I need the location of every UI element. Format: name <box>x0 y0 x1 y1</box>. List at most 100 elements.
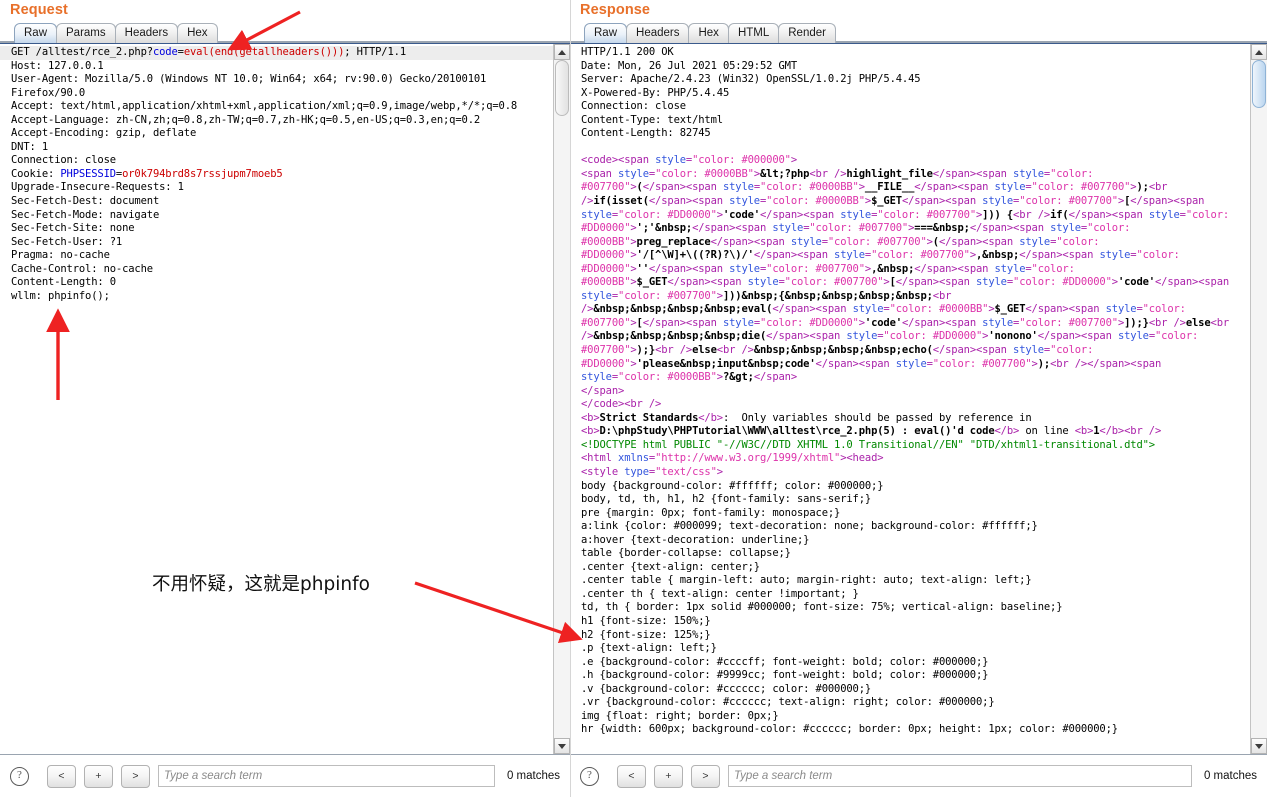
response-token: </span> <box>1025 303 1069 316</box>
response-token: style <box>1117 330 1149 343</box>
request-scroll-down-button[interactable] <box>554 738 570 754</box>
response-token: style <box>655 154 686 167</box>
response-tabbar: Raw Headers Hex HTML Render <box>570 21 1267 43</box>
response-token: &nbsp;&nbsp;&nbsp;&nbsp;echo( <box>753 344 933 357</box>
response-token: if( <box>1050 208 1069 221</box>
response-scroll-down-button[interactable] <box>1251 738 1267 754</box>
request-line: DNT: 1 <box>0 141 553 155</box>
request-tab-raw[interactable]: Raw <box>14 23 58 43</box>
response-tab-hex[interactable]: Hex <box>688 23 729 43</box>
request-add-button[interactable]: + <box>84 764 113 788</box>
request-line: GET /alltest/rce_2.php?code=eval(end(get… <box>0 46 553 60</box>
response-token: Content-Length: 82745 <box>581 127 711 140</box>
request-scrollbar[interactable] <box>553 44 570 754</box>
response-token: $_GET <box>636 276 668 289</box>
request-tab-headers[interactable]: Headers <box>114 23 179 43</box>
response-token: "color: #0000BB" <box>618 371 717 384</box>
response-token: </span> <box>932 167 976 180</box>
response-token: <br /> <box>1050 357 1088 370</box>
response-token: <head> <box>846 452 884 465</box>
response-body: HTTP/1.1 200 OK Date: Mon, 26 Jul 2021 05… <box>570 43 1267 755</box>
response-token: <span <box>957 181 995 194</box>
response-token: table {border-collapse: collapse;} <box>581 547 791 560</box>
response-token: <span <box>1111 208 1149 221</box>
response-token: </span> <box>642 316 686 329</box>
response-line: td, th { border: 1px solid #000000; font… <box>570 601 1250 615</box>
request-scroll-up-button[interactable] <box>554 44 570 60</box>
request-token: Firefox/90.0 <box>11 86 86 99</box>
response-token: <span <box>581 167 619 180</box>
response-token: "color: #DD0000" <box>759 316 859 329</box>
request-token: Upgrade-Insecure-Requests: 1 <box>11 181 184 194</box>
response-search-input[interactable] <box>728 765 1192 787</box>
response-token: "color: <box>1087 222 1131 235</box>
response-token: "color: #0000BB" <box>889 303 989 316</box>
response-token: <br /> <box>1148 316 1186 329</box>
response-token: .h {background-color: #9999cc; font-weig… <box>581 669 989 682</box>
response-scroll-track[interactable] <box>1251 60 1267 738</box>
response-token: ?&gt; <box>722 371 754 384</box>
response-token: <style <box>581 465 625 478</box>
response-token: #007700" <box>581 344 631 357</box>
request-token: Accept-Encoding: gzip, deflate <box>11 127 197 140</box>
response-token: ';'&nbsp; <box>636 222 693 235</box>
response-token: h1 {font-size: 150%;} <box>581 614 711 627</box>
request-scroll-thumb[interactable] <box>555 60 569 116</box>
response-token: </span> <box>914 181 958 194</box>
request-token: ; HTTP/1.1 <box>344 46 406 58</box>
request-tab-hex[interactable]: Hex <box>177 23 218 43</box>
response-token: <span <box>976 344 1014 357</box>
request-token: Pragma: no-cache <box>11 249 110 262</box>
help-icon[interactable]: ? <box>580 766 599 786</box>
response-token: </span> <box>581 384 625 397</box>
response-token: style <box>618 167 649 180</box>
response-token: </span> <box>692 222 736 235</box>
request-tab-params[interactable]: Params <box>56 23 116 43</box>
response-token: ,&nbsp; <box>976 249 1020 262</box>
request-panel-title: Request <box>10 2 68 18</box>
response-token: <span <box>957 262 995 275</box>
response-tab-raw[interactable]: Raw <box>584 23 628 43</box>
request-search-input[interactable] <box>158 765 495 787</box>
response-token: style <box>846 330 878 343</box>
request-next-match-button[interactable]: > <box>121 764 150 788</box>
response-tab-html[interactable]: HTML <box>727 23 780 43</box>
request-match-count: 0 matches <box>506 770 560 782</box>
request-token: Accept-Language: zh-CN,zh;q=0.8,zh-TW;q=… <box>11 113 481 126</box>
response-token: style <box>581 371 612 384</box>
request-raw-text[interactable]: GET /alltest/rce_2.php?code=eval(end(get… <box>0 44 553 754</box>
response-token: "color: #007700" <box>618 289 717 302</box>
response-token: style <box>1099 249 1131 262</box>
response-prev-match-button[interactable]: < <box>617 764 646 788</box>
annotation-note: 不用怀疑，这就是phpinfo <box>152 574 370 595</box>
response-add-button[interactable]: + <box>654 764 683 788</box>
request-token: Content-Length: 0 <box>11 276 116 289</box>
response-token: #007700" <box>581 181 631 194</box>
response-token: > <box>716 465 723 478</box>
response-token: <br <box>932 289 952 302</box>
request-token: eval(end(getallheaders())) <box>183 46 345 58</box>
response-line <box>570 141 1250 155</box>
response-line: style="color: #DD0000">'code'</span><spa… <box>570 209 1250 223</box>
response-token: <!DOCTYPE html PUBLIC "-//W3C//DTD XHTML… <box>581 438 1155 451</box>
response-line: .center th { text-align: center !importa… <box>570 588 1250 602</box>
response-scrollbar[interactable] <box>1250 44 1267 754</box>
response-tab-render[interactable]: Render <box>778 23 836 43</box>
response-token: : Only variables should be passed by ref… <box>722 411 1032 424</box>
response-token: "http://www.w3.org/1999/xhtml" <box>655 452 841 465</box>
request-scroll-track[interactable] <box>554 60 570 738</box>
response-token: "color: #0000BB" <box>766 195 865 208</box>
request-body: GET /alltest/rce_2.php?code=eval(end(get… <box>0 43 570 755</box>
response-raw-text[interactable]: HTTP/1.1 200 OK Date: Mon, 26 Jul 2021 05… <box>570 44 1250 754</box>
response-scroll-up-button[interactable] <box>1251 44 1267 60</box>
request-token: Cookie: <box>11 167 61 180</box>
response-next-match-button[interactable]: > <box>691 764 720 788</box>
response-token: /> <box>581 330 594 343</box>
response-scroll-thumb[interactable] <box>1252 60 1266 108</box>
response-token: "color: #007700" <box>932 357 1032 370</box>
response-token: style <box>1019 235 1051 248</box>
request-prev-match-button[interactable]: < <box>47 764 76 788</box>
response-tab-headers[interactable]: Headers <box>626 23 690 43</box>
request-line: Host: 127.0.0.1 <box>0 60 553 74</box>
help-icon[interactable]: ? <box>10 766 29 786</box>
